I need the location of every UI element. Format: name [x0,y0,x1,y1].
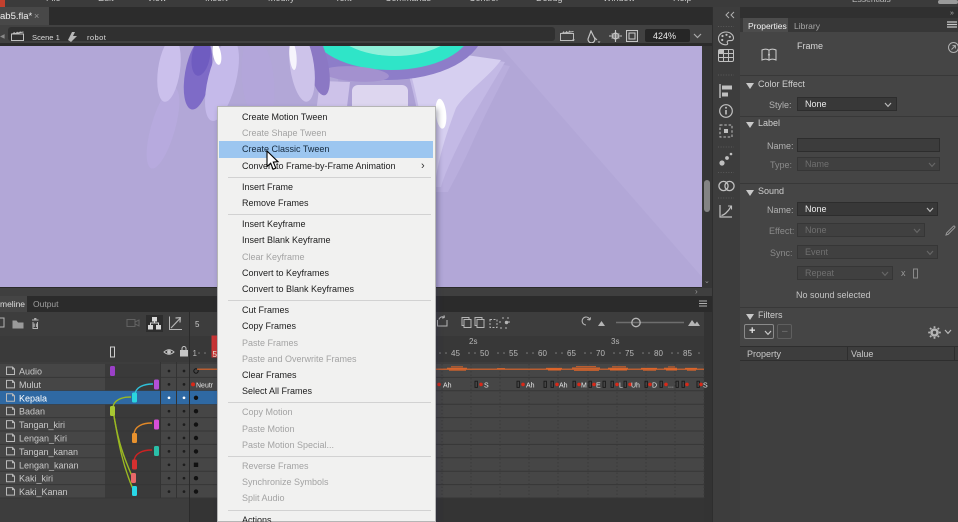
svg-text:L: L [619,382,623,389]
svg-text:Mulut: Mulut [19,380,42,390]
svg-text:65: 65 [567,349,576,358]
svg-text:80: 80 [654,349,663,358]
svg-text:Tangan_kanan: Tangan_kanan [19,447,78,457]
svg-text:Badan: Badan [19,407,45,417]
svg-text:Kaki_kiri: Kaki_kiri [19,474,53,484]
svg-text:75: 75 [625,349,634,358]
svg-text:M: M [581,382,587,389]
svg-text:D: D [652,382,657,389]
svg-text:3s: 3s [611,337,619,346]
svg-text:70: 70 [596,349,605,358]
svg-text:5: 5 [195,320,200,329]
svg-text:Kaki_Kanan: Kaki_Kanan [19,487,68,497]
svg-text:45: 45 [451,349,460,358]
svg-text:S: S [484,382,489,389]
svg-text:Lengan_Kiri: Lengan_Kiri [19,434,67,444]
svg-text:E: E [596,382,601,389]
svg-text:Output: Output [33,299,59,309]
svg-text:2s: 2s [469,337,477,346]
svg-text:S: S [703,382,708,389]
svg-text:Neutr: Neutr [196,382,214,389]
svg-text:Ah: Ah [559,382,568,389]
svg-text:Uh: Uh [631,382,640,389]
svg-text:1: 1 [193,349,198,358]
svg-text:Ah: Ah [443,382,452,389]
svg-text:Kepala: Kepala [19,393,47,403]
svg-text:50: 50 [480,349,489,358]
svg-text:85: 85 [683,349,692,358]
svg-text:60: 60 [538,349,547,358]
svg-text:Audio: Audio [19,367,42,377]
svg-text:Tangan_kiri: Tangan_kiri [19,420,65,430]
svg-text:...: ... [668,382,674,389]
svg-text:55: 55 [509,349,518,358]
svg-text:meline: meline [0,299,25,309]
svg-text:Lengan_kanan: Lengan_kanan [19,460,79,470]
svg-text:Ah: Ah [526,382,535,389]
